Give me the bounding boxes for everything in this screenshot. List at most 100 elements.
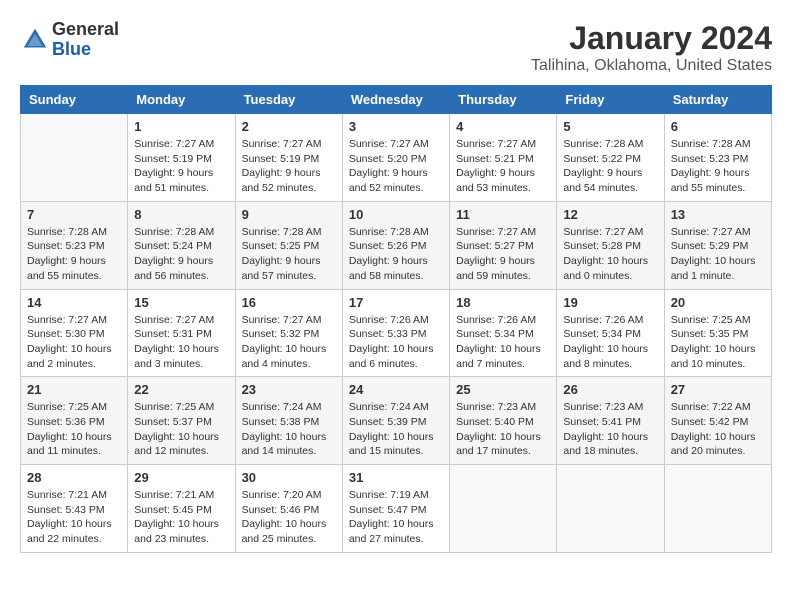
logo: General Blue — [20, 20, 119, 60]
day-number: 22 — [134, 382, 228, 397]
day-number: 14 — [27, 295, 121, 310]
header-row: SundayMondayTuesdayWednesdayThursdayFrid… — [21, 86, 772, 114]
day-number: 17 — [349, 295, 443, 310]
header-monday: Monday — [128, 86, 235, 114]
calendar-cell: 3 Sunrise: 7:27 AMSunset: 5:20 PMDaylight… — [342, 114, 449, 202]
day-info: Sunrise: 7:28 AMSunset: 5:24 PMDaylight:… — [134, 225, 228, 284]
calendar-cell: 2 Sunrise: 7:27 AMSunset: 5:19 PMDaylight… — [235, 114, 342, 202]
day-number: 12 — [563, 207, 657, 222]
day-number: 21 — [27, 382, 121, 397]
calendar-cell: 28Sunrise: 7:21 AMSunset: 5:43 PMDayligh… — [21, 465, 128, 553]
calendar-week-2: 7Sunrise: 7:28 AMSunset: 5:23 PMDaylight… — [21, 201, 772, 289]
header-wednesday: Wednesday — [342, 86, 449, 114]
calendar-cell — [557, 465, 664, 553]
day-number: 15 — [134, 295, 228, 310]
header-thursday: Thursday — [450, 86, 557, 114]
logo-blue: Blue — [52, 40, 119, 60]
calendar-cell: 9Sunrise: 7:28 AMSunset: 5:25 PMDaylight… — [235, 201, 342, 289]
calendar-cell: 27 Sunrise: 7:22 AMSunset: 5:42 PMDayligh… — [664, 377, 771, 465]
calendar-cell: 22 Sunrise: 7:25 AMSunset: 5:37 PMDayligh… — [128, 377, 235, 465]
calendar-week-5: 28Sunrise: 7:21 AMSunset: 5:43 PMDayligh… — [21, 465, 772, 553]
calendar-cell: 23Sunrise: 7:24 AMSunset: 5:38 PMDayligh… — [235, 377, 342, 465]
day-number: 31 — [349, 470, 443, 485]
calendar-cell: 1 Sunrise: 7:27 AMSunset: 5:19 PMDaylight… — [128, 114, 235, 202]
day-number: 3 — [349, 119, 443, 134]
calendar-cell: 15 Sunrise: 7:27 AMSunset: 5:31 PMDayligh… — [128, 289, 235, 377]
calendar-cell: 25 Sunrise: 7:23 AMSunset: 5:40 PMDayligh… — [450, 377, 557, 465]
calendar-week-1: 1 Sunrise: 7:27 AMSunset: 5:19 PMDaylight… — [21, 114, 772, 202]
calendar-cell: 19Sunrise: 7:26 AMSunset: 5:34 PMDayligh… — [557, 289, 664, 377]
day-number: 24 — [349, 382, 443, 397]
calendar-cell: 4Sunrise: 7:27 AMSunset: 5:21 PMDaylight… — [450, 114, 557, 202]
day-number: 8 — [134, 207, 228, 222]
day-info: Sunrise: 7:26 AMSunset: 5:33 PMDaylight:… — [349, 313, 443, 372]
day-info: Sunrise: 7:27 AMSunset: 5:29 PMDaylight:… — [671, 225, 765, 284]
day-number: 19 — [563, 295, 657, 310]
day-info: Sunrise: 7:28 AMSunset: 5:22 PMDaylight:… — [563, 137, 657, 196]
calendar-cell: 14 Sunrise: 7:27 AMSunset: 5:30 PMDayligh… — [21, 289, 128, 377]
header-tuesday: Tuesday — [235, 86, 342, 114]
day-number: 13 — [671, 207, 765, 222]
title-section: January 2024 Talihina, Oklahoma, United … — [531, 20, 772, 75]
calendar-header: SundayMondayTuesdayWednesdayThursdayFrid… — [21, 86, 772, 114]
calendar-cell — [664, 465, 771, 553]
day-number: 10 — [349, 207, 443, 222]
calendar-title: January 2024 — [531, 20, 772, 57]
calendar-cell: 11Sunrise: 7:27 AMSunset: 5:27 PMDayligh… — [450, 201, 557, 289]
day-info: Sunrise: 7:27 AMSunset: 5:20 PMDaylight:… — [349, 137, 443, 196]
day-number: 18 — [456, 295, 550, 310]
logo-icon — [20, 25, 50, 55]
day-number: 29 — [134, 470, 228, 485]
header-saturday: Saturday — [664, 86, 771, 114]
header-sunday: Sunday — [21, 86, 128, 114]
day-info: Sunrise: 7:21 AMSunset: 5:45 PMDaylight:… — [134, 488, 228, 547]
day-number: 2 — [242, 119, 336, 134]
calendar-cell: 20Sunrise: 7:25 AMSunset: 5:35 PMDayligh… — [664, 289, 771, 377]
calendar-cell: 13 Sunrise: 7:27 AMSunset: 5:29 PMDayligh… — [664, 201, 771, 289]
calendar-body: 1 Sunrise: 7:27 AMSunset: 5:19 PMDaylight… — [21, 114, 772, 553]
day-info: Sunrise: 7:27 AMSunset: 5:31 PMDaylight:… — [134, 313, 228, 372]
calendar-week-3: 14 Sunrise: 7:27 AMSunset: 5:30 PMDayligh… — [21, 289, 772, 377]
day-info: Sunrise: 7:27 AMSunset: 5:19 PMDaylight:… — [134, 137, 228, 196]
day-info: Sunrise: 7:27 AMSunset: 5:27 PMDaylight:… — [456, 225, 550, 284]
day-info: Sunrise: 7:20 AMSunset: 5:46 PMDaylight:… — [242, 488, 336, 547]
day-number: 27 — [671, 382, 765, 397]
day-info: Sunrise: 7:27 AMSunset: 5:30 PMDaylight:… — [27, 313, 121, 372]
calendar-cell: 7Sunrise: 7:28 AMSunset: 5:23 PMDaylight… — [21, 201, 128, 289]
calendar-subtitle: Talihina, Oklahoma, United States — [531, 57, 772, 75]
day-info: Sunrise: 7:21 AMSunset: 5:43 PMDaylight:… — [27, 488, 121, 547]
calendar-cell: 12 Sunrise: 7:27 AMSunset: 5:28 PMDayligh… — [557, 201, 664, 289]
calendar-cell: 31 Sunrise: 7:19 AMSunset: 5:47 PMDayligh… — [342, 465, 449, 553]
day-info: Sunrise: 7:22 AMSunset: 5:42 PMDaylight:… — [671, 400, 765, 459]
day-info: Sunrise: 7:26 AMSunset: 5:34 PMDaylight:… — [456, 313, 550, 372]
day-info: Sunrise: 7:27 AMSunset: 5:28 PMDaylight:… — [563, 225, 657, 284]
day-info: Sunrise: 7:28 AMSunset: 5:23 PMDaylight:… — [27, 225, 121, 284]
calendar-cell: 16Sunrise: 7:27 AMSunset: 5:32 PMDayligh… — [235, 289, 342, 377]
day-info: Sunrise: 7:19 AMSunset: 5:47 PMDaylight:… — [349, 488, 443, 547]
day-number: 30 — [242, 470, 336, 485]
day-number: 4 — [456, 119, 550, 134]
calendar-cell: 17 Sunrise: 7:26 AMSunset: 5:33 PMDayligh… — [342, 289, 449, 377]
calendar-cell: 24Sunrise: 7:24 AMSunset: 5:39 PMDayligh… — [342, 377, 449, 465]
day-number: 6 — [671, 119, 765, 134]
calendar-cell: 21Sunrise: 7:25 AMSunset: 5:36 PMDayligh… — [21, 377, 128, 465]
day-number: 26 — [563, 382, 657, 397]
calendar-cell: 29 Sunrise: 7:21 AMSunset: 5:45 PMDayligh… — [128, 465, 235, 553]
calendar-cell: 30 Sunrise: 7:20 AMSunset: 5:46 PMDayligh… — [235, 465, 342, 553]
calendar-cell: 26 Sunrise: 7:23 AMSunset: 5:41 PMDayligh… — [557, 377, 664, 465]
day-info: Sunrise: 7:27 AMSunset: 5:19 PMDaylight:… — [242, 137, 336, 196]
logo-general: General — [52, 20, 119, 40]
day-info: Sunrise: 7:28 AMSunset: 5:25 PMDaylight:… — [242, 225, 336, 284]
day-info: Sunrise: 7:27 AMSunset: 5:32 PMDaylight:… — [242, 313, 336, 372]
day-info: Sunrise: 7:23 AMSunset: 5:41 PMDaylight:… — [563, 400, 657, 459]
day-info: Sunrise: 7:23 AMSunset: 5:40 PMDaylight:… — [456, 400, 550, 459]
calendar-cell: 5Sunrise: 7:28 AMSunset: 5:22 PMDaylight… — [557, 114, 664, 202]
day-info: Sunrise: 7:25 AMSunset: 5:37 PMDaylight:… — [134, 400, 228, 459]
calendar-cell: 18 Sunrise: 7:26 AMSunset: 5:34 PMDayligh… — [450, 289, 557, 377]
day-number: 1 — [134, 119, 228, 134]
header-friday: Friday — [557, 86, 664, 114]
day-number: 20 — [671, 295, 765, 310]
calendar-cell: 10Sunrise: 7:28 AMSunset: 5:26 PMDayligh… — [342, 201, 449, 289]
day-number: 25 — [456, 382, 550, 397]
calendar-cell — [450, 465, 557, 553]
